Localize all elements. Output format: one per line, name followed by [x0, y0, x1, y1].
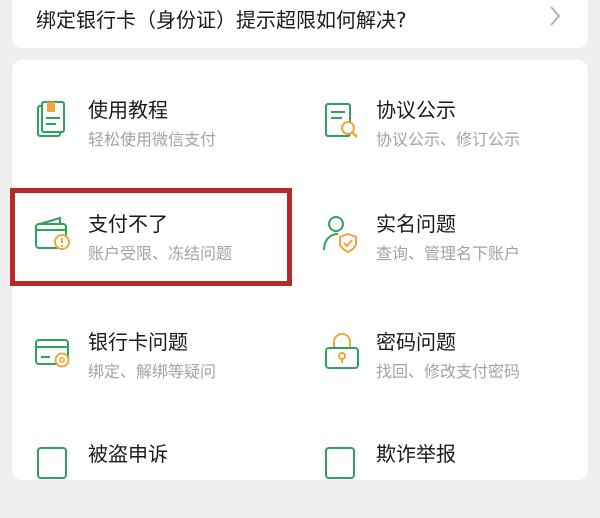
tile-agreement[interactable]: 协议公示 协议公示、修订公示 — [320, 94, 580, 174]
faq-question-card[interactable]: 绑定银行卡（身份证）提示超限如何解决? — [12, 0, 588, 48]
tile-title: 欺诈举报 — [376, 442, 456, 466]
tile-subtitle: 查询、管理名下账户 — [376, 244, 521, 263]
tile-fraud-report[interactable]: 欺诈举报 — [320, 438, 580, 518]
agreement-document-icon — [325, 103, 358, 138]
theft-appeal-icon — [37, 447, 67, 479]
tile-title: 使用教程 — [88, 98, 168, 122]
tile-title: 银行卡问题 — [88, 330, 188, 354]
tile-bank-card[interactable]: 银行卡问题 绑定、解绑等疑问 — [32, 326, 292, 406]
tutorial-book-icon — [37, 101, 65, 137]
tile-tutorial[interactable]: 使用教程 轻松使用微信支付 — [32, 94, 292, 174]
tile-subtitle: 绑定、解绑等疑问 — [88, 362, 217, 381]
tile-subtitle: 找回、修改支付密码 — [376, 362, 521, 381]
tile-subtitle: 协议公示、修订公示 — [376, 130, 521, 149]
tile-title: 密码问题 — [376, 330, 456, 354]
highlight-box — [10, 188, 292, 286]
tile-password[interactable]: 密码问题 找回、修改支付密码 — [320, 326, 580, 406]
tile-title: 协议公示 — [376, 98, 456, 122]
chevron-right-icon — [550, 6, 561, 26]
bank-card-gear-icon — [35, 339, 70, 368]
faq-question-text: 绑定银行卡（身份证）提示超限如何解决? — [36, 8, 407, 32]
user-shield-icon — [323, 216, 357, 254]
lock-icon — [325, 332, 359, 369]
fraud-report-icon — [325, 447, 355, 479]
tile-real-name[interactable]: 实名问题 查询、管理名下账户 — [320, 208, 580, 288]
tile-title: 被盗申诉 — [88, 442, 168, 466]
tile-title: 实名问题 — [376, 212, 456, 236]
tile-subtitle: 轻松使用微信支付 — [88, 130, 217, 149]
tile-theft-appeal[interactable]: 被盗申诉 — [32, 438, 292, 518]
